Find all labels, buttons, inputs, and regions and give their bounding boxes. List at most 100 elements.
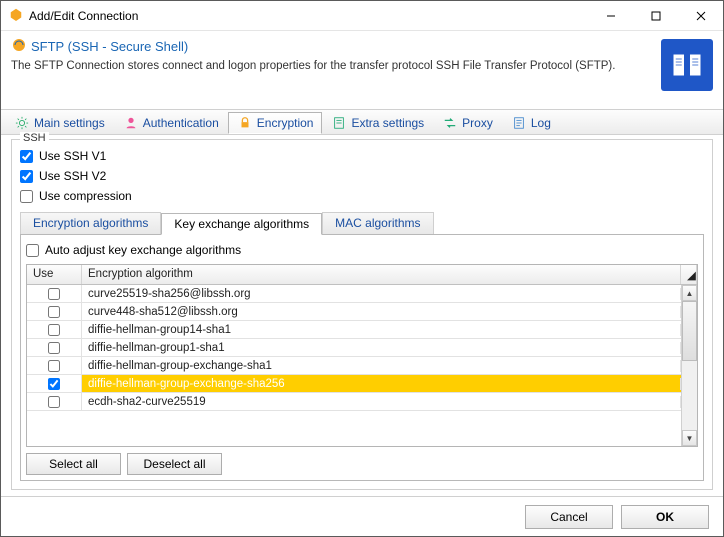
- ssh-groupbox: SSH Use SSH V1 Use SSH V2 Use compressio…: [11, 139, 713, 490]
- header-title: SFTP (SSH - Secure Shell): [31, 39, 188, 54]
- subtab-encryption-algorithms[interactable]: Encryption algorithms: [20, 212, 161, 234]
- column-algorithm[interactable]: Encryption algorithm: [82, 265, 681, 284]
- row-algorithm-cell: diffie-hellman-group14-sha1: [82, 324, 681, 336]
- header: SFTP (SSH - Secure Shell) The SFTP Conne…: [1, 31, 723, 95]
- scroll-track[interactable]: [682, 361, 697, 430]
- select-all-button[interactable]: Select all: [26, 453, 121, 475]
- header-description: The SFTP Connection stores connect and l…: [11, 60, 651, 72]
- row-algorithm-cell: ecdh-sha2-curve25519: [82, 396, 681, 408]
- row-use-checkbox[interactable]: [48, 306, 60, 318]
- gear-icon: [14, 115, 30, 131]
- lock-icon: [237, 115, 253, 131]
- tab-extra-settings[interactable]: Extra settings: [322, 112, 433, 134]
- table-row[interactable]: diffie-hellman-group-exchange-sha1: [27, 357, 681, 375]
- tab-log[interactable]: Log: [502, 112, 560, 134]
- subtab-mac-algorithms[interactable]: MAC algorithms: [322, 212, 433, 234]
- row-use-cell[interactable]: [27, 285, 82, 302]
- checkbox-label: Auto adjust key exchange algorithms: [45, 243, 241, 257]
- column-sort-handle[interactable]: ◢: [681, 265, 697, 284]
- checkbox-label: Use compression: [39, 189, 132, 203]
- checkbox-input[interactable]: [20, 150, 33, 163]
- tab-label: Main settings: [34, 116, 105, 130]
- row-use-checkbox[interactable]: [48, 360, 60, 372]
- tab-label: Proxy: [462, 116, 493, 130]
- use-ssh-v1-checkbox[interactable]: Use SSH V1: [20, 146, 704, 166]
- row-algorithm-cell: diffie-hellman-group1-sha1: [82, 342, 681, 354]
- dialog-window: Add/Edit Connection SFTP (SSH - Secure S…: [0, 0, 724, 537]
- row-use-cell[interactable]: [27, 393, 82, 410]
- scroll-down-button[interactable]: ▼: [682, 430, 697, 446]
- row-algorithm-cell: diffie-hellman-group-exchange-sha256: [82, 378, 681, 390]
- tab-proxy[interactable]: Proxy: [433, 112, 502, 134]
- table-row[interactable]: diffie-hellman-group-exchange-sha256: [27, 375, 681, 393]
- close-button[interactable]: [678, 1, 723, 31]
- window-title: Add/Edit Connection: [29, 9, 138, 23]
- sub-tab-strip: Encryption algorithms Key exchange algor…: [20, 212, 704, 235]
- tab-label: Encryption: [257, 116, 314, 130]
- tab-main-settings[interactable]: Main settings: [5, 112, 114, 134]
- minimize-button[interactable]: [588, 1, 633, 31]
- row-algorithm-cell: diffie-hellman-group-exchange-sha1: [82, 360, 681, 372]
- row-algorithm-cell: curve25519-sha256@libssh.org: [82, 288, 681, 300]
- header-big-icon: [661, 39, 713, 91]
- row-use-checkbox[interactable]: [48, 288, 60, 300]
- subtab-key-exchange-algorithms[interactable]: Key exchange algorithms: [161, 213, 322, 235]
- subtab-label: MAC algorithms: [335, 216, 420, 230]
- table-row[interactable]: diffie-hellman-group1-sha1: [27, 339, 681, 357]
- scroll-up-button[interactable]: ▲: [682, 285, 697, 301]
- use-compression-checkbox[interactable]: Use compression: [20, 186, 704, 206]
- checkbox-label: Use SSH V2: [39, 169, 106, 183]
- vertical-scrollbar[interactable]: ▲ ▼: [681, 285, 697, 446]
- row-algorithm-cell: curve448-sha512@libssh.org: [82, 306, 681, 318]
- checkbox-input[interactable]: [20, 190, 33, 203]
- subtab-label: Encryption algorithms: [33, 216, 148, 230]
- sftp-icon: [11, 37, 27, 56]
- selection-buttons: Select all Deselect all: [26, 453, 698, 475]
- tab-authentication[interactable]: Authentication: [114, 112, 228, 134]
- deselect-all-button[interactable]: Deselect all: [127, 453, 222, 475]
- sheet-icon: [331, 115, 347, 131]
- column-use[interactable]: Use: [27, 265, 82, 284]
- dialog-footer: Cancel OK: [1, 496, 723, 536]
- row-use-checkbox[interactable]: [48, 324, 60, 336]
- checkbox-input[interactable]: [26, 244, 39, 257]
- checkbox-input[interactable]: [20, 170, 33, 183]
- maximize-button[interactable]: [633, 1, 678, 31]
- scroll-thumb[interactable]: [682, 301, 697, 361]
- row-use-cell[interactable]: [27, 303, 82, 320]
- checkbox-label: Use SSH V1: [39, 149, 106, 163]
- tab-label: Authentication: [143, 116, 219, 130]
- ok-button[interactable]: OK: [621, 505, 709, 529]
- app-icon: [9, 7, 23, 24]
- table-row[interactable]: curve448-sha512@libssh.org: [27, 303, 681, 321]
- table-header: Use Encryption algorithm ◢: [27, 265, 697, 285]
- header-title-row: SFTP (SSH - Secure Shell): [11, 37, 651, 56]
- row-use-cell[interactable]: [27, 321, 82, 338]
- use-ssh-v2-checkbox[interactable]: Use SSH V2: [20, 166, 704, 186]
- algorithm-table: Use Encryption algorithm ◢ curve25519-sh…: [26, 264, 698, 447]
- auto-adjust-checkbox[interactable]: Auto adjust key exchange algorithms: [26, 240, 698, 260]
- subtab-label: Key exchange algorithms: [174, 217, 309, 231]
- table-body: curve25519-sha256@libssh.org curve448-sha…: [27, 285, 681, 446]
- row-use-cell[interactable]: [27, 375, 82, 392]
- log-icon: [511, 115, 527, 131]
- row-use-cell[interactable]: [27, 339, 82, 356]
- main-tab-strip: Main settings Authentication Encryption …: [1, 109, 723, 135]
- table-row[interactable]: ecdh-sha2-curve25519: [27, 393, 681, 411]
- row-use-checkbox[interactable]: [48, 396, 60, 408]
- user-icon: [123, 115, 139, 131]
- sub-content: Auto adjust key exchange algorithms Use …: [20, 235, 704, 481]
- content-area: SSH Use SSH V1 Use SSH V2 Use compressio…: [1, 135, 723, 496]
- row-use-checkbox[interactable]: [48, 342, 60, 354]
- titlebar: Add/Edit Connection: [1, 1, 723, 31]
- cancel-button[interactable]: Cancel: [525, 505, 613, 529]
- table-row[interactable]: diffie-hellman-group14-sha1: [27, 321, 681, 339]
- proxy-icon: [442, 115, 458, 131]
- tab-label: Extra settings: [351, 116, 424, 130]
- row-use-checkbox[interactable]: [48, 378, 60, 390]
- tab-label: Log: [531, 116, 551, 130]
- tab-encryption[interactable]: Encryption: [228, 112, 323, 134]
- row-use-cell[interactable]: [27, 357, 82, 374]
- table-row[interactable]: curve25519-sha256@libssh.org: [27, 285, 681, 303]
- groupbox-title: SSH: [20, 132, 49, 144]
